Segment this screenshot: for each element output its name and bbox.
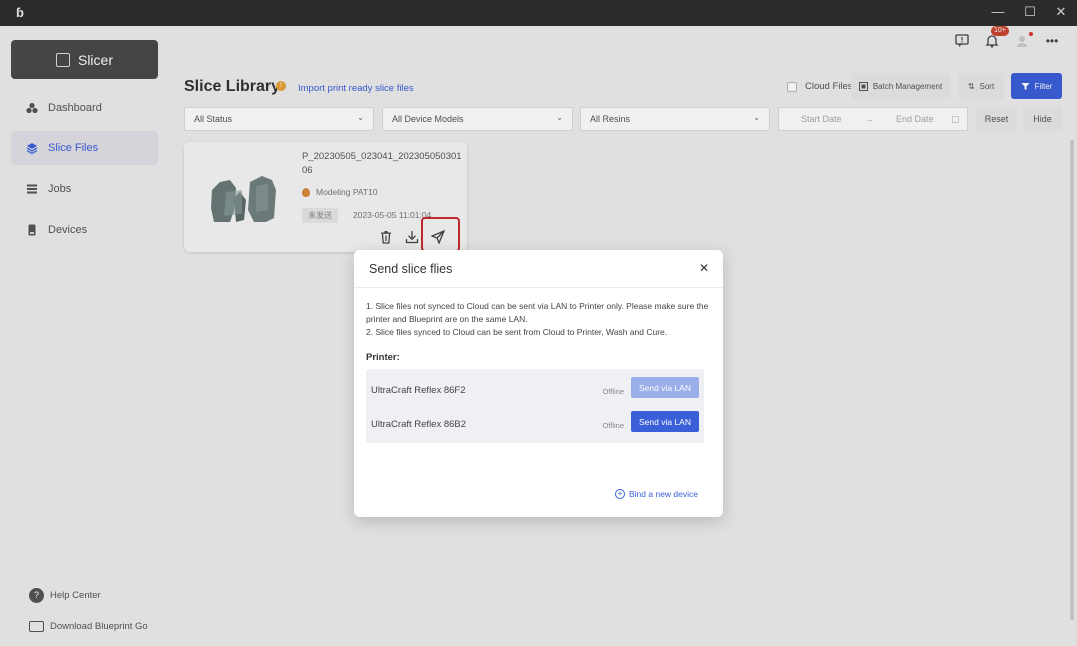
devices-icon xyxy=(28,224,36,236)
model-thumbnail xyxy=(211,176,276,222)
plus-circle-icon: + xyxy=(615,489,625,499)
cloud-files-toggle[interactable]: Cloud Files xyxy=(787,81,853,92)
dialog-title: Send slice flies xyxy=(369,262,453,276)
minimize-button[interactable]: — xyxy=(990,4,1006,20)
sort-button[interactable]: ⇅ Sort xyxy=(958,73,1004,99)
slicer-icon xyxy=(55,52,70,67)
download-label: Download Blueprint Go xyxy=(50,621,148,632)
resin-info: Modeling PAT10 xyxy=(302,187,378,197)
sidebar-item-label: Slice Files xyxy=(48,142,99,154)
send-button-highlight xyxy=(421,217,460,252)
note-2: 2. Slice files synced to Cloud can be se… xyxy=(366,327,668,337)
status-select-value: All Status xyxy=(194,114,233,124)
printer-label: Printer: xyxy=(366,352,400,363)
filter-icon xyxy=(1021,82,1030,90)
notification-bell-icon[interactable]: 10+ xyxy=(985,26,1009,48)
jobs-icon xyxy=(27,184,37,194)
dashboard-icon xyxy=(26,102,38,114)
note-1: 1. Slice files not synced to Cloud can b… xyxy=(366,301,709,324)
close-window-button[interactable]: ✕ xyxy=(1053,4,1069,20)
dialog-divider xyxy=(354,287,723,288)
avatar-status-dot xyxy=(1029,32,1033,36)
slicer-button[interactable]: Slicer xyxy=(11,40,158,79)
send-via-lan-button[interactable]: Send via LAN xyxy=(631,377,699,398)
feedback-icon[interactable] xyxy=(955,34,969,48)
calendar-icon: ▢ xyxy=(951,114,960,124)
send-slice-files-dialog: Send slice flies ✕ 1. Slice files not sy… xyxy=(354,250,723,517)
resins-select-value: All Resins xyxy=(590,114,631,124)
hide-button[interactable]: Hide xyxy=(1023,107,1062,131)
printer-status: Offline xyxy=(602,387,624,396)
avatar[interactable] xyxy=(1015,32,1033,48)
download-blueprint-go-link[interactable]: Download Blueprint Go xyxy=(29,621,148,632)
printer-status: Offline xyxy=(602,421,624,430)
delete-icon[interactable] xyxy=(379,230,393,244)
printer-name: UltraCraft Reflex 86F2 xyxy=(371,385,466,396)
sidebar: Slicer Dashboard Slice Files Jobs Device… xyxy=(0,26,168,646)
sidebar-item-label: Dashboard xyxy=(48,102,102,114)
chevron-down-icon: ⌄ xyxy=(556,113,563,122)
sidebar-item-jobs[interactable]: Jobs xyxy=(11,172,158,206)
cloud-files-label: Cloud Files xyxy=(805,81,853,92)
sidebar-item-slice-files[interactable]: Slice Files xyxy=(11,131,158,165)
header-icons: 10+ ••• xyxy=(955,26,1059,48)
laptop-icon xyxy=(29,621,44,632)
help-center-link[interactable]: ? Help Center xyxy=(29,588,101,603)
filter-button[interactable]: Filter xyxy=(1011,73,1062,99)
app-logo-icon: ɓ xyxy=(16,5,24,20)
slicer-label: Slicer xyxy=(77,51,113,68)
resin-name: Modeling PAT10 xyxy=(316,187,378,197)
printer-list: UltraCraft Reflex 86F2 Offline Send via … xyxy=(366,369,704,443)
device-models-select-value: All Device Models xyxy=(392,114,464,124)
sidebar-item-label: Jobs xyxy=(48,183,72,195)
sidebar-item-dashboard[interactable]: Dashboard xyxy=(11,91,158,125)
printer-name: UltraCraft Reflex 86B2 xyxy=(371,419,467,430)
arrow-right-icon: → xyxy=(865,114,874,124)
start-date-placeholder: Start Date xyxy=(801,114,842,124)
batch-management-button[interactable]: Batch Management xyxy=(851,73,950,99)
sort-icon: ⇅ xyxy=(967,81,975,91)
help-icon: ? xyxy=(29,588,44,603)
layers-icon xyxy=(26,143,38,154)
status-badge: 未发送 xyxy=(302,208,338,223)
send-via-lan-button[interactable]: Send via LAN xyxy=(631,411,699,432)
import-link[interactable]: Import print ready slice files xyxy=(298,83,414,94)
close-icon[interactable]: ✕ xyxy=(699,261,709,275)
slice-file-name: P_20230505_023041_20230505030106 xyxy=(302,151,462,176)
download-icon[interactable] xyxy=(405,230,419,244)
batch-icon xyxy=(858,81,868,91)
device-models-select[interactable]: All Device Models ⌄ xyxy=(382,107,573,131)
resin-drop-icon xyxy=(302,187,310,197)
info-icon[interactable]: ! xyxy=(276,81,286,91)
chevron-down-icon: ⌄ xyxy=(753,113,760,122)
dialog-notes: 1. Slice files not synced to Cloud can b… xyxy=(366,300,712,339)
reset-button[interactable]: Reset xyxy=(976,107,1017,131)
chevron-down-icon: ⌄ xyxy=(357,113,364,122)
sidebar-item-label: Devices xyxy=(48,224,88,236)
end-date-placeholder: End Date xyxy=(896,114,934,124)
scrollbar[interactable] xyxy=(1070,140,1074,620)
batch-label: Batch Management xyxy=(872,81,943,91)
help-center-label: Help Center xyxy=(50,590,101,601)
date-range-picker[interactable]: Start Date → End Date ▢ xyxy=(778,107,968,131)
list-item: UltraCraft Reflex 86B2 Offline Send via … xyxy=(366,410,704,440)
filter-label: Filter xyxy=(1034,81,1053,91)
page-title: Slice Library xyxy=(184,78,281,95)
sort-label: Sort xyxy=(979,81,995,91)
bind-link-label: Bind a new device xyxy=(629,489,698,499)
slice-file-date: 2023-05-05 11:01:04 xyxy=(353,210,432,220)
bind-new-device-link[interactable]: + Bind a new device xyxy=(615,489,698,499)
more-icon[interactable]: ••• xyxy=(1045,34,1059,48)
sidebar-item-devices[interactable]: Devices xyxy=(11,213,158,247)
list-item: UltraCraft Reflex 86F2 Offline Send via … xyxy=(366,376,704,406)
status-select[interactable]: All Status ⌄ xyxy=(184,107,374,131)
resins-select[interactable]: All Resins ⌄ xyxy=(580,107,770,131)
notification-badge: 10+ xyxy=(991,26,1009,36)
maximize-button[interactable]: ☐ xyxy=(1022,4,1038,20)
cloud-files-checkbox[interactable] xyxy=(787,81,797,92)
title-bar: ɓ — ☐ ✕ xyxy=(0,0,1077,26)
